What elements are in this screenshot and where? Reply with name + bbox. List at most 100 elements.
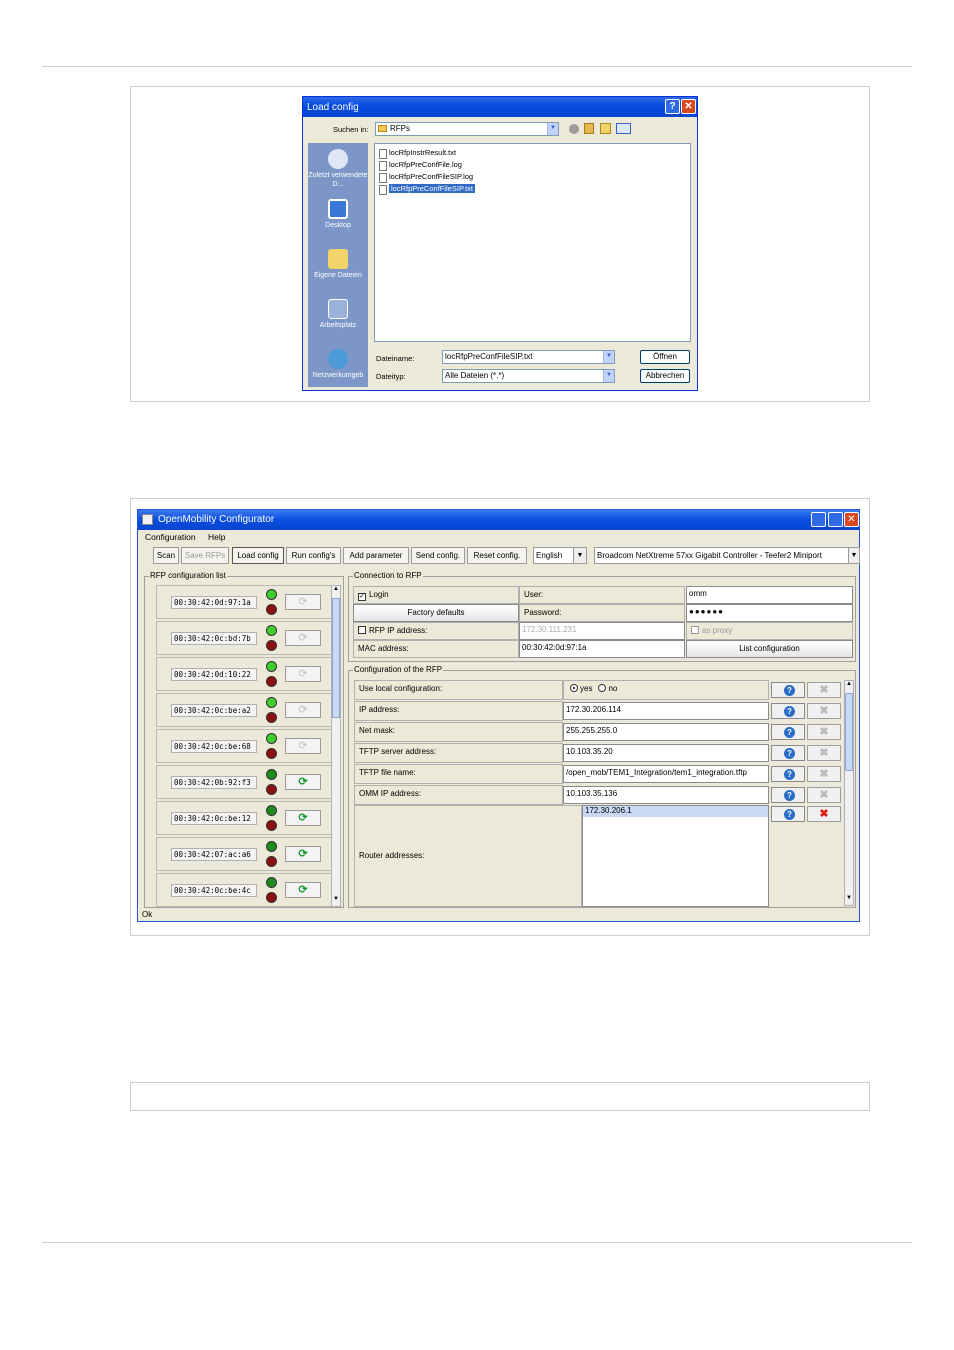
file-list[interactable]: locRfpInstrResult.txt locRfpPreConfFile.… (374, 143, 691, 342)
load-config-button[interactable]: Load config (232, 547, 284, 564)
sync-button[interactable]: ⟳ (285, 666, 321, 682)
filename-input[interactable]: locRfpPreConfFileSIP.txt ▼ (442, 350, 615, 364)
language-select[interactable]: English ▼ (533, 547, 587, 564)
place-network[interactable]: Netzwerkumgeb (308, 349, 368, 380)
back-icon[interactable] (569, 124, 579, 134)
add-parameter-button[interactable]: Add parameter (343, 547, 409, 564)
rfp-list-item[interactable]: 00:30:42:07:ac:a6 ⟳ (156, 837, 334, 871)
help-button[interactable]: ? (771, 724, 805, 740)
as-proxy-checkbox[interactable]: as proxy (686, 622, 853, 640)
scroll-thumb[interactable] (332, 598, 340, 718)
delete-button[interactable]: ✖ (807, 806, 841, 822)
adapter-select[interactable]: Broadcom NetXtreme 57xx Gigabit Controll… (594, 547, 860, 564)
scroll-down-icon[interactable]: ▼ (332, 896, 340, 906)
scroll-up-icon[interactable]: ▲ (332, 586, 340, 596)
look-in-select[interactable]: RFPs ▼ (375, 122, 559, 136)
scroll-up-icon[interactable]: ▲ (845, 681, 853, 691)
filetype-select[interactable]: Alle Dateien (*.*) ▼ (442, 369, 615, 383)
run-configs-button[interactable]: Run config's (286, 547, 341, 564)
help-icon[interactable]: ? (665, 99, 680, 114)
rfp-list-item[interactable]: 00:30:42:0d:97:1a ⟳ (156, 585, 334, 619)
cancel-button[interactable]: Abbrechen (640, 369, 690, 383)
file-item[interactable]: locRfpPreConfFileSIP.log (379, 172, 473, 183)
rfp-ip-checkbox[interactable]: RFP IP address: (353, 622, 519, 640)
sync-button[interactable]: ⟳ (285, 774, 321, 790)
use-local-radio-group[interactable]: yes no (563, 680, 769, 700)
menu-configuration[interactable]: Configuration (145, 532, 196, 542)
factory-defaults-button[interactable]: Factory defaults (353, 604, 519, 622)
chevron-down-icon[interactable]: ▼ (603, 370, 614, 382)
rfp-list-item[interactable]: 00:30:42:0c:bd:7b ⟳ (156, 621, 334, 655)
rfp-list-item[interactable]: 00:30:42:0c:be:12 ⟳ (156, 801, 334, 835)
scroll-down-icon[interactable]: ▼ (845, 895, 853, 905)
open-button[interactable]: Öffnen (640, 350, 690, 364)
place-my-files[interactable]: Eigene Dateien (308, 249, 368, 280)
config-row-input[interactable]: /open_mob/TEM1_Integration/tem1_integrat… (563, 765, 769, 783)
sync-button[interactable]: ⟳ (285, 702, 321, 718)
delete-button[interactable]: ✖ (807, 745, 841, 761)
place-my-computer[interactable]: Arbeitsplatz (308, 299, 368, 330)
rfp-list-item[interactable]: 00:30:42:0d:10:22 ⟳ (156, 657, 334, 691)
place-desktop[interactable]: Desktop (308, 199, 368, 230)
sync-button[interactable]: ⟳ (285, 810, 321, 826)
list-configuration-button[interactable]: List configuration (686, 640, 853, 658)
maximize-icon[interactable] (828, 512, 843, 527)
config-row-input[interactable]: 255.255.255.0 (563, 723, 769, 741)
send-config-button[interactable]: Send config. (411, 547, 465, 564)
sync-button[interactable]: ⟳ (285, 738, 321, 754)
file-item[interactable]: locRfpPreConfFile.log (379, 160, 462, 171)
sync-button[interactable]: ⟳ (285, 630, 321, 646)
scan-button[interactable]: Scan (153, 547, 179, 564)
delete-button[interactable]: ✖ (807, 724, 841, 740)
rfp-list-scrollbar[interactable]: ▲ ▼ (331, 585, 341, 907)
radio-icon[interactable] (598, 684, 607, 692)
chevron-down-icon[interactable]: ▼ (573, 548, 586, 563)
chevron-down-icon[interactable]: ▼ (848, 548, 859, 563)
delete-button[interactable]: ✖ (807, 703, 841, 719)
config-scrollbar[interactable]: ▲ ▼ (844, 680, 854, 906)
checkbox-icon[interactable] (358, 626, 366, 634)
sync-button[interactable]: ⟳ (285, 594, 321, 610)
place-recent[interactable]: Zuletzt verwendete D... (308, 149, 368, 189)
login-checkbox[interactable]: ✓ Login (353, 586, 519, 604)
checkbox-checked-icon[interactable]: ✓ (358, 593, 366, 601)
help-button[interactable]: ? (771, 703, 805, 719)
delete-button[interactable]: ✖ (807, 682, 841, 698)
delete-button[interactable]: ✖ (807, 766, 841, 782)
close-icon[interactable]: ✕ (681, 99, 696, 114)
up-folder-icon[interactable] (584, 123, 594, 134)
rfp-list-item[interactable]: 00:30:42:0c:be:4c ⟳ (156, 873, 334, 907)
reset-config-button[interactable]: Reset config. (467, 547, 527, 564)
checkbox-icon[interactable] (691, 626, 699, 634)
rfp-ip-input[interactable]: 172.30.111.231 (519, 622, 685, 640)
mac-input[interactable]: 00:30:42:0d:97:1a (519, 640, 685, 658)
chevron-down-icon[interactable]: ▼ (547, 123, 558, 135)
config-row-input[interactable]: 172.30.206.114 (563, 702, 769, 720)
sync-button[interactable]: ⟳ (285, 882, 321, 898)
help-button[interactable]: ? (771, 787, 805, 803)
rfp-list-item[interactable]: 00:30:42:0c:be:68 ⟳ (156, 729, 334, 763)
minimize-icon[interactable] (811, 512, 826, 527)
menu-help[interactable]: Help (208, 532, 225, 542)
config-row-input[interactable]: 10.103.35.20 (563, 744, 769, 762)
scroll-thumb[interactable] (845, 693, 853, 771)
user-input[interactable]: omm (686, 586, 853, 604)
radio-selected-icon[interactable] (570, 684, 578, 692)
config-row-input[interactable]: 10.103.35.136 (563, 786, 769, 804)
file-item-selected[interactable]: locRfpPreConfFileSIP.txt (379, 184, 475, 195)
password-input[interactable]: ●●●●●● (686, 604, 853, 622)
sync-button[interactable]: ⟳ (285, 846, 321, 862)
view-menu-icon[interactable] (616, 123, 631, 134)
router-list[interactable]: 172.30.206.1 (582, 805, 769, 907)
save-rfps-button[interactable]: Save RFPs (181, 547, 229, 564)
chevron-down-icon[interactable]: ▼ (603, 351, 614, 363)
close-icon[interactable]: ✕ (844, 512, 859, 527)
rfp-list-item[interactable]: 00:30:42:0b:92:f3 ⟳ (156, 765, 334, 799)
help-button[interactable]: ? (771, 682, 805, 698)
rfp-list-item[interactable]: 00:30:42:0c:be:a2 ⟳ (156, 693, 334, 727)
file-item[interactable]: locRfpInstrResult.txt (379, 148, 456, 159)
delete-button[interactable]: ✖ (807, 787, 841, 803)
help-button[interactable]: ? (771, 806, 805, 822)
new-folder-icon[interactable] (600, 123, 611, 134)
router-item[interactable]: 172.30.206.1 (583, 806, 768, 817)
